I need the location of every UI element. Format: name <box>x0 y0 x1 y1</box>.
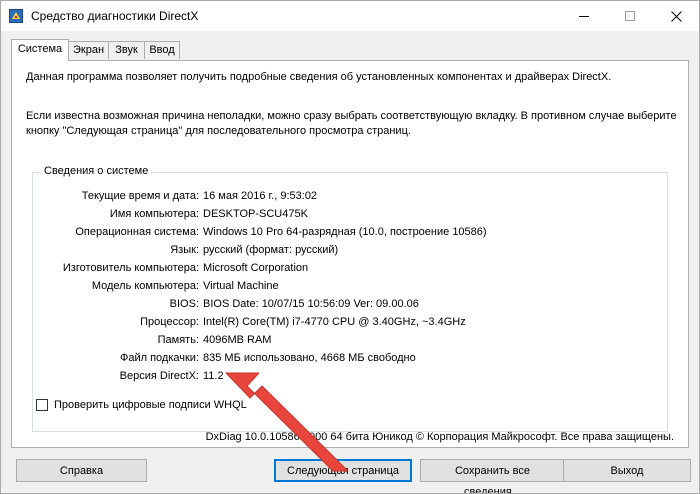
next-page-button[interactable]: Следующая страница <box>274 459 412 482</box>
info-value: русский (формат: русский) <box>203 244 339 256</box>
info-label: Операционная система: <box>75 226 199 238</box>
info-row-bios: BIOS: BIOS Date: 10/07/15 10:56:09 Ver: … <box>33 297 419 312</box>
info-value: 835 МБ использовано, 4668 МБ свободно <box>203 352 416 364</box>
info-label: Изготовитель компьютера: <box>62 262 199 274</box>
description-line-1: Данная программа позволяет получить подр… <box>26 71 612 83</box>
tab-sound[interactable]: Звук <box>108 41 145 59</box>
info-row-datetime: Текущие время и дата: 16 мая 2016 г., 9:… <box>33 189 317 204</box>
description-line-2: Если известна возможная причина неполадк… <box>26 110 677 122</box>
whql-checkbox-label[interactable]: Проверить цифровые подписи WHQL <box>54 398 247 412</box>
info-label: Язык: <box>170 244 199 256</box>
info-row-language: Язык: русский (формат: русский) <box>33 243 338 258</box>
save-all-button[interactable]: Сохранить все сведения... <box>420 459 565 493</box>
tab-input[interactable]: Ввод <box>144 41 180 59</box>
help-button[interactable]: Справка <box>16 459 147 482</box>
exit-button[interactable]: Выход <box>563 459 691 482</box>
info-label: Модель компьютера: <box>91 280 199 292</box>
maximize-icon <box>625 11 635 21</box>
tab-system[interactable]: Система <box>11 39 69 61</box>
info-value: Virtual Machine <box>203 280 279 292</box>
info-row-memory: Память: 4096MB RAM <box>33 333 272 348</box>
info-value: Intel(R) Core(TM) i7-4770 CPU @ 3.40GHz,… <box>203 316 466 328</box>
info-row-directx-version: Версия DirectX: 11.2 <box>33 369 224 384</box>
system-tab-panel: Данная программа позволяет получить подр… <box>11 60 689 448</box>
tab-display[interactable]: Экран <box>68 41 109 59</box>
minimize-button[interactable] <box>561 1 607 31</box>
info-label: Файл подкачки: <box>119 352 199 364</box>
info-row-os: Операционная система: Windows 10 Pro 64-… <box>33 225 486 240</box>
info-label: BIOS: <box>169 298 199 310</box>
info-value: 11.2 <box>203 370 224 382</box>
window-title: Средство диагностики DirectX <box>31 9 199 23</box>
info-label: Версия DirectX: <box>119 370 199 382</box>
info-value: 16 мая 2016 г., 9:53:02 <box>203 190 318 202</box>
system-info-group: Сведения о системе Текущие время и дата:… <box>32 165 668 432</box>
info-row-pagefile: Файл подкачки: 835 МБ использовано, 4668… <box>33 351 416 366</box>
info-value: Windows 10 Pro 64-разрядная (10.0, постр… <box>203 226 487 238</box>
info-row-manufacturer: Изготовитель компьютера: Microsoft Corpo… <box>33 261 308 276</box>
info-row-processor: Процессор: Intel(R) Core(TM) i7-4770 CPU… <box>33 315 466 330</box>
copyright-note: DxDiag 10.0.10586.0000 64 бита Юникод © … <box>205 431 674 443</box>
dxdiag-window: Средство диагностики DirectX Система Экр… <box>0 0 700 494</box>
info-label: Текущие время и дата: <box>81 190 199 202</box>
info-value: DESKTOP-SCU475K <box>203 208 308 220</box>
checkbox-box[interactable] <box>36 399 48 411</box>
directx-diagnostic-icon <box>9 9 23 23</box>
title-bar[interactable]: Средство диагностики DirectX <box>1 1 699 31</box>
minimize-icon <box>579 15 589 17</box>
info-row-computer-name: Имя компьютера: DESKTOP-SCU475K <box>33 207 308 222</box>
close-icon <box>670 10 682 22</box>
info-label: Память: <box>157 334 199 346</box>
description-line-3: кнопку "Следующая страница" для последов… <box>26 125 411 137</box>
system-info-title: Сведения о системе <box>41 165 152 177</box>
info-value: 4096MB RAM <box>203 334 272 346</box>
info-row-model: Модель компьютера: Virtual Machine <box>33 279 279 294</box>
close-button[interactable] <box>653 1 699 31</box>
info-value: BIOS Date: 10/07/15 10:56:09 Ver: 09.00.… <box>203 298 419 310</box>
info-value: Microsoft Corporation <box>203 262 309 274</box>
maximize-button[interactable] <box>607 1 653 31</box>
info-label: Имя компьютера: <box>109 208 199 220</box>
info-label: Процессор: <box>140 316 199 328</box>
